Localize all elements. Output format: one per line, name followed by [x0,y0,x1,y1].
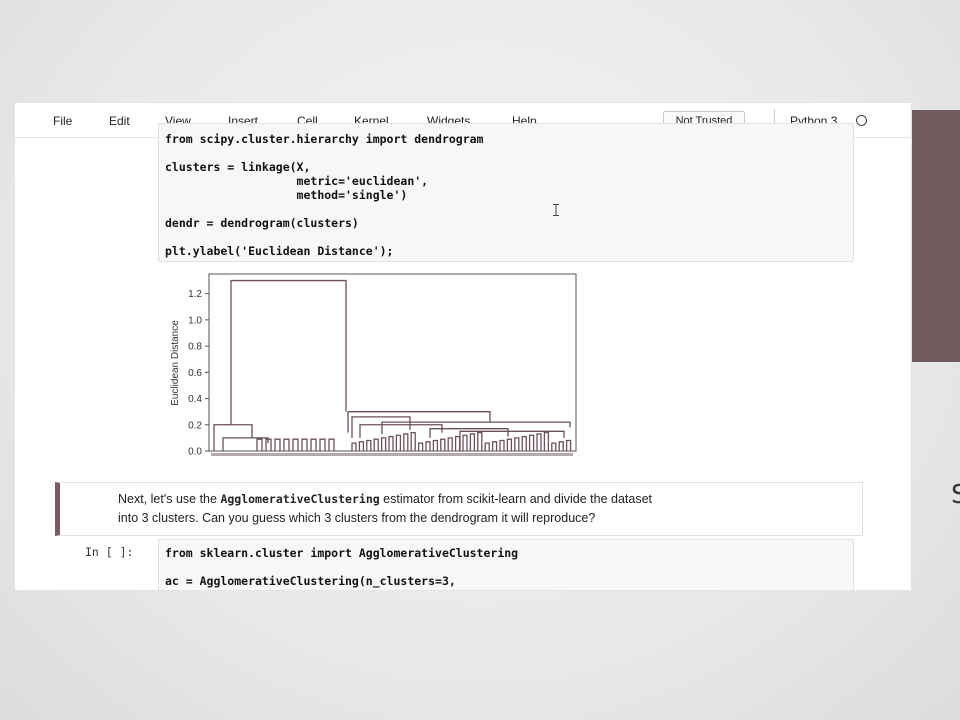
y-tick-label: 1.2 [188,289,202,300]
edge-glyph: S [951,480,960,510]
dendrogram-right-leaf-link [462,434,468,451]
dendrogram-left-leaf-link [319,438,326,451]
dendrogram-right-leaf-link [506,438,513,451]
dendrogram-right-leaf-link [565,439,572,451]
dendrogram-right-leaf-link [469,433,476,451]
dendrogram-right-leaf-link [558,441,564,451]
dendrogram-right-leaf-link [425,441,431,451]
dendrogram-right-leaf-link [432,439,439,451]
dendrogram-right-leaf-link [403,433,409,451]
dendrogram-right-leaf-link [351,442,357,451]
dendrogram-right-leaf-link [543,431,550,451]
dendrogram-left-sub-link [222,437,269,451]
y-axis-label: Euclidean Distance [170,320,181,406]
dendrogram-right-leaf-link [395,434,402,451]
dendrogram-right-leaf-link [358,441,365,451]
dendrogram-right-leaf-link [521,435,527,451]
y-tick-label: 0.2 [188,420,202,431]
text-cursor-icon [553,204,559,216]
code-input[interactable]: from sklearn.cluster import Agglomerativ… [165,546,518,588]
code-cell-dendrogram[interactable]: from scipy.cluster.hierarchy import dend… [158,123,854,262]
dendrogram-right-leaf-link [536,433,542,451]
dendrogram-left-leaf-link [274,438,281,451]
dendrogram-right-leaf-link [528,434,535,451]
y-tick-label: 0.0 [188,447,202,458]
dendrogram-right-leaf-link [499,439,505,451]
dendrogram-right-leaf-link [447,437,453,451]
dendrogram-right-leaf-link [454,435,461,451]
md-text-prefix: Next, let's use the [118,492,221,506]
dendrogram-left-leaf-link [328,438,335,451]
dendrogram-right-leaf-link [366,439,372,451]
dendrogram-left-leaf-link [301,438,308,451]
kernel-idle-icon [856,115,867,126]
dendrogram-left-leaf-link [292,438,299,451]
dendrogram-right-leaf-link [440,438,446,451]
dendrogram-right-leaf-link [373,438,379,451]
dendrogram-right-leaf-link [484,442,490,451]
y-tick-label: 0.4 [188,394,202,405]
dendrogram-right-leaf-link [514,437,520,451]
menu-file[interactable]: File [53,114,72,128]
md-text-suffix: estimator from scikit-learn and divide t… [379,492,653,506]
dendrogram-right-leaf-link [417,442,424,451]
side-panel [912,110,960,362]
dendrogram-right-leaf-link [551,442,557,451]
notebook-screen: File Edit View Insert Cell Kernel Widget… [15,103,911,590]
cell-prompt: In [ ]: [85,545,134,559]
markdown-text: Next, let's use the AgglomerativeCluster… [118,490,838,528]
menu-edit[interactable]: Edit [109,114,130,128]
y-tick-label: 1.0 [188,315,202,326]
dendrogram-right-leaf-link [410,431,416,451]
dendrogram-root-link [230,279,347,425]
dendrogram-left-leaf-link [310,438,317,451]
dendrogram-right-leaf-link [491,441,498,451]
code-input[interactable]: from scipy.cluster.hierarchy import dend… [165,132,484,258]
y-tick-label: 0.8 [188,342,202,353]
dendrogram-right-sub-link [351,416,411,438]
dendrogram-left-leaf-link [256,438,263,451]
dendrogram-right-leaf-link [388,435,394,451]
y-tick-label: 0.6 [188,368,202,379]
md-text-line2: into 3 clusters. Can you guess which 3 c… [118,511,596,525]
dendrogram-right-leaf-link [477,431,483,451]
code-cell-agglomerative[interactable]: from sklearn.cluster import Agglomerativ… [158,539,854,590]
dendrogram-plot: Euclidean Distance 0.0 0.2 0.4 0.6 0.8 1.0 1.2 [170,273,577,458]
dendrogram-left-leaf-link [283,438,290,451]
md-inline-code: AgglomerativeClustering [220,492,380,506]
dendrogram-right-leaf-link [380,437,387,451]
